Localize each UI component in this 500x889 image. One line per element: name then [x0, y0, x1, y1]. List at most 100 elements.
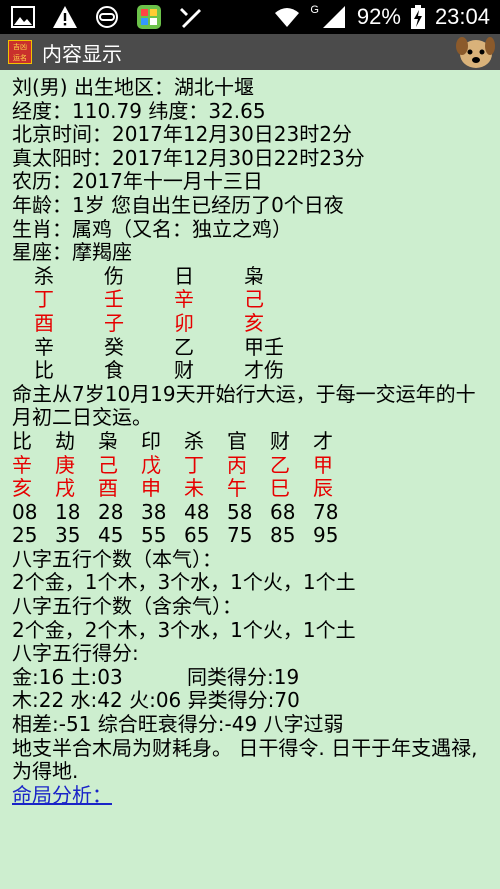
luck-cell: 甲 — [313, 452, 333, 477]
age-info: 年龄：1岁 您自出生已经历了0个日夜 — [12, 192, 344, 217]
longitude-latitude: 经度：110.79 纬度：32.65 — [12, 98, 266, 123]
beijing-time: 北京时间：2017年12月30日23时2分 — [12, 122, 352, 147]
luck-cell: 官 — [227, 428, 247, 453]
strength-summary: 相差:-51 综合旺衰得分:-49 八字过弱 — [12, 712, 344, 737]
luck-cell: 08 — [12, 499, 38, 524]
zodiac-animal: 生肖：属鸡（又名：独立之鸡） — [12, 216, 292, 241]
luck-cell: 85 — [270, 523, 296, 548]
luck-cell: 戊 — [141, 452, 161, 477]
luck-years-row: 25 35 45 55 65 75 85 95 — [12, 524, 490, 548]
pillar-cell: 比 — [34, 358, 54, 383]
warning-icon — [53, 6, 77, 28]
true-solar-time: 真太阳时：2017年12月30日22时23分 — [12, 145, 365, 170]
status-notification-icons — [10, 4, 204, 30]
luck-cell: 65 — [184, 523, 210, 548]
pillar-cell: 卯 — [174, 310, 194, 335]
pillar-cell: 子 — [104, 310, 124, 335]
pillar-hidden-stems-row: 辛 癸 乙 甲壬 — [12, 334, 490, 360]
pillar-hidden-gods-row: 比 食 财 才伤 — [12, 359, 490, 383]
luck-cell: 55 — [141, 523, 167, 548]
element-score-row-1: 金:16 土:03 同类得分:19 — [12, 664, 490, 690]
luck-cell: 58 — [227, 499, 253, 524]
pillar-ten-gods-row: 杀 伤 日 枭 — [12, 263, 490, 289]
pillar-cell: 伤 — [104, 263, 124, 288]
pillar-cell: 亥 — [244, 310, 264, 335]
pillar-cell: 己 — [244, 287, 264, 312]
luck-stems-row: 辛 庚 己 戊 丁 丙 乙 甲 — [12, 452, 490, 478]
luck-cell: 戌 — [55, 476, 75, 501]
luck-cell: 25 — [12, 523, 38, 548]
element-count-main: 2个金，1个木，3个水，1个火，1个土 — [12, 570, 356, 595]
pillar-cell: 财 — [174, 358, 194, 383]
pillar-cell: 才伤 — [244, 358, 284, 383]
luck-cell: 比 — [12, 428, 32, 453]
status-bar: G 92% 23:04 — [0, 0, 500, 34]
luck-cell: 酉 — [98, 476, 118, 501]
luck-cell: 48 — [184, 499, 210, 524]
luck-cell: 95 — [313, 523, 339, 548]
luck-cell: 印 — [141, 428, 161, 453]
luck-cell: 劫 — [55, 428, 75, 453]
luck-cell: 35 — [55, 523, 81, 548]
pillar-cell: 丁 — [34, 287, 54, 312]
luck-start-info: 命主从7岁10月19天开始行大运，于每一交运年的十月初二日交运。 — [12, 381, 476, 430]
score-right: 同类得分:19 — [187, 664, 300, 689]
luck-cell: 18 — [55, 499, 81, 524]
wifi-icon — [275, 8, 300, 27]
luck-cell: 财 — [270, 428, 290, 453]
luck-cell: 辛 — [12, 452, 32, 477]
pillar-cell: 乙 — [174, 334, 194, 359]
battery-percent: 92% — [356, 4, 401, 29]
bazi-result-content: 刘(男) 出生地区：湖北十堰 经度：110.79 纬度：32.65 北京时间：2… — [0, 70, 500, 807]
pillar-cell: 辛 — [174, 287, 194, 312]
app-bar: 吉凶 运名 内容显示 — [0, 34, 500, 70]
luck-cell: 75 — [227, 523, 253, 548]
luck-cell: 丁 — [184, 452, 204, 477]
birth-region: 刘(男) 出生地区：湖北十堰 — [12, 75, 254, 99]
page-title: 内容显示 — [42, 41, 122, 66]
constellation: 星座：摩羯座 — [12, 240, 132, 265]
signal-icon — [322, 6, 345, 28]
pillar-cell: 辛 — [34, 334, 54, 359]
luck-cell: 才 — [313, 428, 333, 453]
luck-cell: 亥 — [12, 476, 32, 501]
status-system-info: G 92% 23:04 — [274, 4, 490, 30]
clock: 23:04 — [434, 4, 490, 29]
app-store-icon — [137, 5, 161, 29]
pillar-stems-row: 丁 壬 辛 己 — [12, 288, 490, 312]
luck-gods-row: 比 劫 枭 印 杀 官 财 才 — [12, 428, 490, 454]
luck-cell: 申 — [141, 476, 161, 501]
luck-cell: 庚 — [55, 452, 75, 477]
gallery-icon — [11, 6, 35, 28]
score-left: 金:16 土:03 — [12, 664, 123, 689]
tools-icon — [180, 8, 201, 28]
element-count-all-label: 八字五行个数（含余气）： — [12, 594, 242, 619]
pillar-cell: 日 — [174, 263, 194, 288]
luck-cell: 未 — [184, 476, 204, 501]
element-score-label: 八字五行得分: — [12, 641, 139, 666]
pillar-cell: 枭 — [244, 263, 264, 288]
element-count-main-label: 八字五行个数（本气）： — [12, 546, 222, 571]
pillar-cell: 杀 — [34, 263, 54, 288]
analysis-text: 地支半合木局为财耗身。 日干得令. 日干于年支遇禄, 为得地. — [12, 735, 478, 784]
pillar-cell: 癸 — [104, 334, 124, 359]
pillar-branches-row: 酉 子 卯 亥 — [12, 310, 490, 336]
luck-cell: 68 — [270, 499, 296, 524]
lunar-date: 农历：2017年十一月十三日 — [12, 169, 263, 194]
app-logo[interactable]: 吉凶 运名 — [8, 40, 32, 64]
pillar-cell: 食 — [104, 358, 124, 383]
mascot-dog-icon[interactable] — [452, 34, 496, 70]
luck-cell: 28 — [98, 499, 124, 524]
luck-cell: 丙 — [227, 452, 247, 477]
luck-cell: 枭 — [98, 428, 118, 453]
luck-cell: 38 — [141, 499, 167, 524]
luck-ages-row: 08 18 28 38 48 58 68 78 — [12, 499, 490, 525]
battery-charging-icon — [410, 5, 425, 29]
luck-cell: 午 — [227, 476, 247, 501]
luck-cell: 巳 — [270, 476, 290, 501]
luck-cell: 45 — [98, 523, 124, 548]
pillar-cell: 酉 — [34, 310, 54, 335]
element-count-all: 2个金，2个木，3个水，1个火，1个土 — [12, 617, 356, 642]
chart-analysis-link[interactable]: 命局分析： — [12, 783, 490, 808]
luck-branches-row: 亥 戌 酉 申 未 午 巳 辰 — [12, 476, 490, 501]
